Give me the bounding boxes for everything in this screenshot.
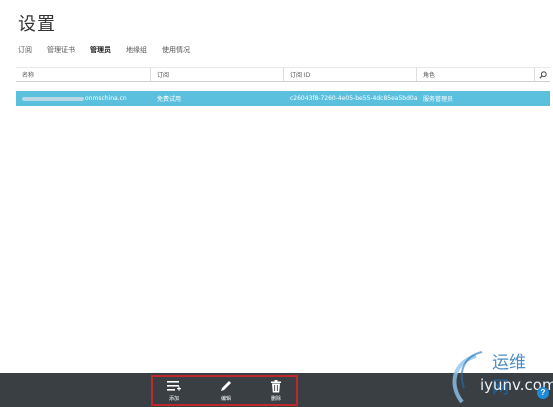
column-header-subscription[interactable]: 订阅 xyxy=(151,68,284,81)
edit-button[interactable]: 编辑 xyxy=(214,380,238,402)
pencil-icon xyxy=(221,381,231,391)
page-title: 设置 xyxy=(18,14,56,35)
add-label: 添加 xyxy=(168,396,179,402)
add-list-icon xyxy=(167,381,181,391)
search-icon[interactable] xyxy=(535,68,550,81)
settings-tabs: 订阅 管理证书 管理员 地缘组 使用情况 xyxy=(18,45,190,55)
redacted-email xyxy=(22,96,84,101)
add-button[interactable]: 添加 xyxy=(162,380,186,402)
tab-usage[interactable]: 使用情况 xyxy=(162,45,190,55)
delete-label: 删除 xyxy=(270,396,281,402)
table-row[interactable]: onmschina.cn 免费试用 c26043f8-7260-4e05-be5… xyxy=(16,91,550,106)
help-button[interactable]: ? xyxy=(537,387,549,399)
delete-button[interactable]: 删除 xyxy=(264,380,288,402)
column-header-name[interactable]: 名称 xyxy=(16,68,151,81)
edit-label: 编辑 xyxy=(220,396,231,402)
command-bar: 添加 编辑 删除 xyxy=(0,373,553,407)
command-highlight-box: 添加 编辑 删除 xyxy=(151,375,298,406)
tab-subscriptions[interactable]: 订阅 xyxy=(18,45,32,55)
trash-icon xyxy=(271,380,281,393)
administrators-table: 名称 订阅 订阅 ID 角色 onmschina.cn 免费试用 c26043f… xyxy=(16,67,550,106)
cell-subscription-id: c26043f8-7260-4e05-be55-4dc85ea5bd0a xyxy=(290,95,417,102)
column-header-role[interactable]: 角色 xyxy=(417,68,535,81)
tab-affinity-groups[interactable]: 地缘组 xyxy=(126,45,147,55)
column-header-subscription-id[interactable]: 订阅 ID xyxy=(284,68,417,81)
cell-role: 服务管理员 xyxy=(423,96,454,103)
cell-name: onmschina.cn xyxy=(16,95,151,102)
cell-subscription: 免费试用 xyxy=(157,96,182,103)
tab-management-certificates[interactable]: 管理证书 xyxy=(47,45,75,55)
table-header: 名称 订阅 订阅 ID 角色 xyxy=(16,67,550,82)
tab-administrators[interactable]: 管理员 xyxy=(90,45,111,55)
